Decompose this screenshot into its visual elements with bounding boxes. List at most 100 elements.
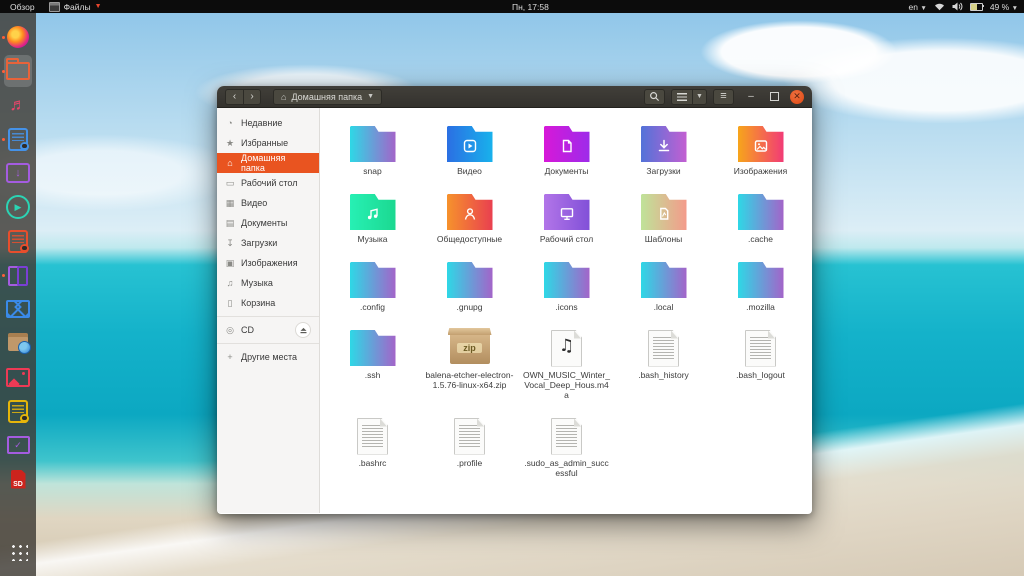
- sidebar-label: Музыка: [241, 278, 273, 288]
- sidebar-label: Рабочий стол: [241, 178, 298, 188]
- document-clock-icon: [8, 400, 28, 423]
- photos-icon: [6, 368, 30, 387]
- menu-button[interactable]: ≡: [713, 89, 734, 105]
- star-icon: ★: [225, 138, 235, 149]
- file-label: Видео: [457, 166, 482, 176]
- file-view[interactable]: snap Видео Документы Загрузки Изображени…: [320, 108, 812, 513]
- file-item[interactable]: .cache: [712, 194, 809, 262]
- text-file-icon: [357, 418, 388, 455]
- file-item[interactable]: snap: [324, 126, 421, 194]
- back-button[interactable]: ‹: [225, 89, 243, 105]
- dock-item-writer-document[interactable]: [2, 122, 34, 156]
- music-note-icon: ♫: [552, 336, 581, 356]
- maximize-button[interactable]: [767, 90, 781, 104]
- dock-item-devices[interactable]: [2, 258, 34, 292]
- sidebar-item-documents[interactable]: ▤Документы: [217, 213, 319, 233]
- sidebar-label: Корзина: [241, 298, 275, 308]
- file-item[interactable]: zip balena-etcher-electron-1.5.76-linux-x…: [421, 330, 518, 418]
- sidebar-item-other-locations[interactable]: +Другие места: [217, 347, 319, 367]
- file-label: Загрузки: [646, 166, 680, 176]
- file-label: Общедоступные: [437, 234, 502, 244]
- file-item[interactable]: .gnupg: [421, 262, 518, 330]
- file-item[interactable]: .bashrc: [324, 418, 421, 502]
- list-view-button[interactable]: [671, 89, 692, 105]
- system-tray[interactable]: en ▼ 49 % ▼: [909, 0, 1018, 13]
- view-caret-icon: ▼: [696, 93, 703, 100]
- dock-item-firefox[interactable]: [2, 20, 34, 54]
- header-bar[interactable]: ‹ › ⌂ Домашняя папка ▼ ▼ ≡ – ✕: [217, 86, 812, 108]
- files-window: ‹ › ⌂ Домашняя папка ▼ ▼ ≡ – ✕ ◔Нед: [217, 86, 812, 514]
- file-item[interactable]: Музыка: [324, 194, 421, 262]
- text-file-icon: [454, 418, 485, 455]
- document-icon: ▤: [225, 218, 235, 229]
- zip-badge-label: zip: [457, 343, 482, 353]
- eject-button[interactable]: [295, 322, 311, 338]
- sidebar-item-downloads[interactable]: ↧Загрузки: [217, 233, 319, 253]
- file-item[interactable]: Общедоступные: [421, 194, 518, 262]
- sidebar-item-recent[interactable]: ◔Недавние: [217, 113, 319, 133]
- sidebar-item-desktop[interactable]: ▭ Рабочий стол: [217, 173, 319, 193]
- audio-file-icon: ♫: [551, 330, 582, 367]
- dock-item-mail[interactable]: [2, 292, 34, 326]
- file-label: balena-etcher-electron-1.5.76-linux-x64.…: [426, 370, 514, 390]
- installer-box-icon: ↓: [6, 163, 30, 183]
- close-button[interactable]: ✕: [790, 90, 804, 104]
- file-item[interactable]: .profile: [421, 418, 518, 502]
- app-menu[interactable]: Файлы ▼: [49, 2, 102, 12]
- file-item[interactable]: Видео: [421, 126, 518, 194]
- file-item[interactable]: .icons: [518, 262, 615, 330]
- dock-item-app-installer[interactable]: ↓: [2, 156, 34, 190]
- search-icon: [649, 91, 660, 102]
- file-label: Шаблоны: [645, 234, 683, 244]
- search-button[interactable]: [644, 89, 665, 105]
- download-icon: [655, 138, 673, 154]
- file-item[interactable]: Документы: [518, 126, 615, 194]
- sidebar-item-pictures[interactable]: ▣Изображения: [217, 253, 319, 273]
- file-item[interactable]: Шаблоны: [615, 194, 712, 262]
- file-item[interactable]: ♫OWN_MUSIC_Winter_Vocal_Deep_Hous.m4a: [518, 330, 615, 418]
- sidebar-item-starred[interactable]: ★Избранные: [217, 133, 319, 153]
- file-item[interactable]: .config: [324, 262, 421, 330]
- file-label: Музыка: [357, 234, 387, 244]
- forward-button[interactable]: ›: [243, 89, 261, 105]
- dock-item-rhythmbox[interactable]: ♬: [2, 88, 34, 122]
- list-view-icon: [677, 93, 687, 101]
- dock-item-sd-card[interactable]: SD: [2, 462, 34, 496]
- dock-item-files[interactable]: [2, 54, 34, 88]
- sidebar-item-trash[interactable]: ▯Корзина: [217, 293, 319, 313]
- desktop-icon: ▭: [225, 178, 235, 189]
- sidebar-separator: [217, 316, 319, 317]
- file-item[interactable]: .local: [615, 262, 712, 330]
- view-options-button[interactable]: ▼: [692, 89, 707, 105]
- activities-button[interactable]: Обзор: [10, 2, 35, 12]
- keyboard-layout-indicator[interactable]: en ▼: [909, 2, 927, 12]
- minimize-button[interactable]: –: [744, 90, 758, 104]
- file-item[interactable]: .ssh: [324, 330, 421, 418]
- dock-item-photos[interactable]: [2, 360, 34, 394]
- dock-item-software-store[interactable]: [2, 326, 34, 360]
- document-icon: [8, 128, 28, 151]
- path-bar-button[interactable]: ⌂ Домашняя папка ▼: [273, 89, 382, 105]
- file-label: .bash_history: [638, 370, 689, 380]
- clock[interactable]: Пн, 17:58: [512, 0, 549, 13]
- text-file-icon: [551, 418, 582, 455]
- file-item[interactable]: Загрузки: [615, 126, 712, 194]
- image-icon: ▣: [225, 258, 235, 269]
- sidebar-item-music[interactable]: ♫Музыка: [217, 273, 319, 293]
- dock-item-media-player[interactable]: ▶: [2, 190, 34, 224]
- dock-item-restricted-document[interactable]: [2, 224, 34, 258]
- keyboard-caret-icon: ▼: [920, 5, 926, 12]
- files-app-icon: [49, 2, 60, 12]
- file-item[interactable]: .bash_logout: [712, 330, 809, 418]
- sidebar-item-cd[interactable]: ◎ CD: [217, 320, 319, 340]
- file-item[interactable]: .sudo_as_admin_successful: [518, 418, 615, 502]
- sidebar-item-home[interactable]: ⌂Домашняя папка: [217, 153, 319, 173]
- dock-item-tasks[interactable]: ✓: [2, 428, 34, 462]
- dock-item-document-history[interactable]: [2, 394, 34, 428]
- sidebar-item-videos[interactable]: ▦Видео: [217, 193, 319, 213]
- file-item[interactable]: Изображения: [712, 126, 809, 194]
- file-item[interactable]: Рабочий стол: [518, 194, 615, 262]
- show-applications-button[interactable]: [2, 534, 34, 568]
- file-item[interactable]: .mozilla: [712, 262, 809, 330]
- file-item[interactable]: .bash_history: [615, 330, 712, 418]
